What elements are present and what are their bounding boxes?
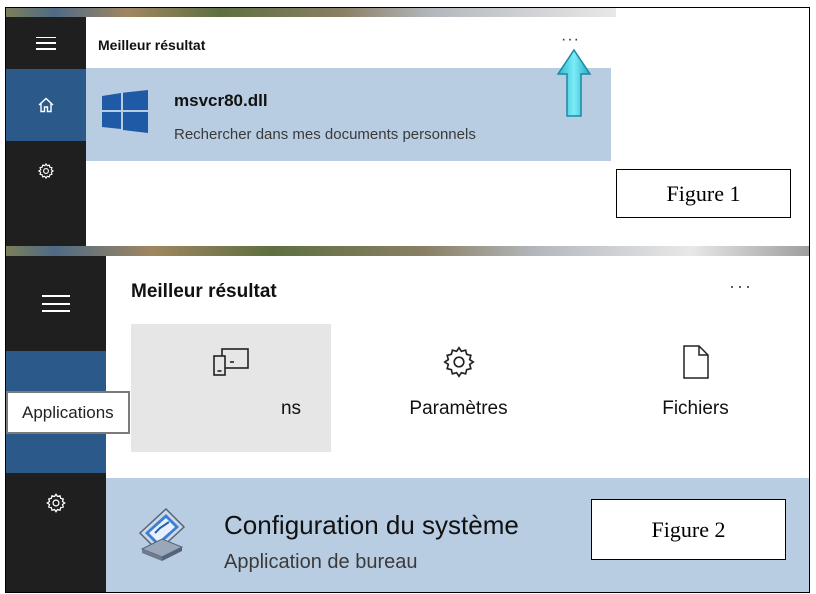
more-options-button[interactable]: ··· (729, 276, 753, 297)
filter-applications[interactable]: ns (131, 324, 331, 452)
figure-1-caption: Figure 1 (616, 169, 791, 218)
filter-label: ns (280, 398, 302, 419)
gear-icon (46, 493, 66, 513)
best-result-heading: Meilleur résultat (98, 37, 206, 53)
result-name: Configuration du système (224, 510, 519, 540)
settings-button[interactable] (6, 473, 106, 533)
filter-files[interactable]: Fichiers (608, 324, 783, 452)
file-icon (682, 345, 709, 379)
devices-icon (213, 348, 249, 376)
best-result-heading: Meilleur résultat (131, 281, 277, 302)
more-options-button[interactable]: ··· (561, 31, 580, 49)
result-subtitle: Application de bureau (224, 551, 418, 573)
hamburger-icon (36, 36, 56, 50)
start-rail (6, 17, 86, 246)
home-button[interactable] (6, 69, 86, 141)
home-icon (38, 97, 54, 113)
menu-button[interactable] (6, 17, 86, 69)
figure-2: Meilleur résultat ··· ns Paramètres Fich… (6, 246, 809, 592)
result-name: msvcr80.dll (174, 91, 268, 110)
up-arrow-icon (556, 48, 592, 117)
figure-frame: Meilleur résultat ··· msvcr80.dll Recher… (5, 7, 810, 593)
figure-1: Meilleur résultat ··· msvcr80.dll Recher… (6, 8, 809, 246)
best-result-item[interactable]: msvcr80.dll Rechercher dans mes document… (86, 68, 611, 161)
desktop-wallpaper-strip (6, 246, 809, 256)
gear-icon (37, 162, 55, 180)
menu-button[interactable] (6, 256, 106, 351)
gear-icon (442, 346, 475, 378)
filter-label: Paramètres (409, 398, 508, 419)
desktop-wallpaper-strip (6, 8, 616, 17)
filter-label: Fichiers (662, 398, 729, 419)
filter-settings[interactable]: Paramètres (371, 324, 546, 452)
system-configuration-icon (138, 507, 186, 561)
applications-tooltip: Applications (6, 391, 130, 434)
hamburger-icon (42, 295, 70, 312)
result-subtitle: Rechercher dans mes documents personnels (174, 126, 476, 143)
settings-button[interactable] (6, 141, 86, 201)
search-results-panel: Meilleur résultat ··· msvcr80.dll Recher… (86, 17, 611, 246)
figure-2-caption: Figure 2 (591, 499, 786, 560)
windows-logo-icon (102, 90, 148, 133)
